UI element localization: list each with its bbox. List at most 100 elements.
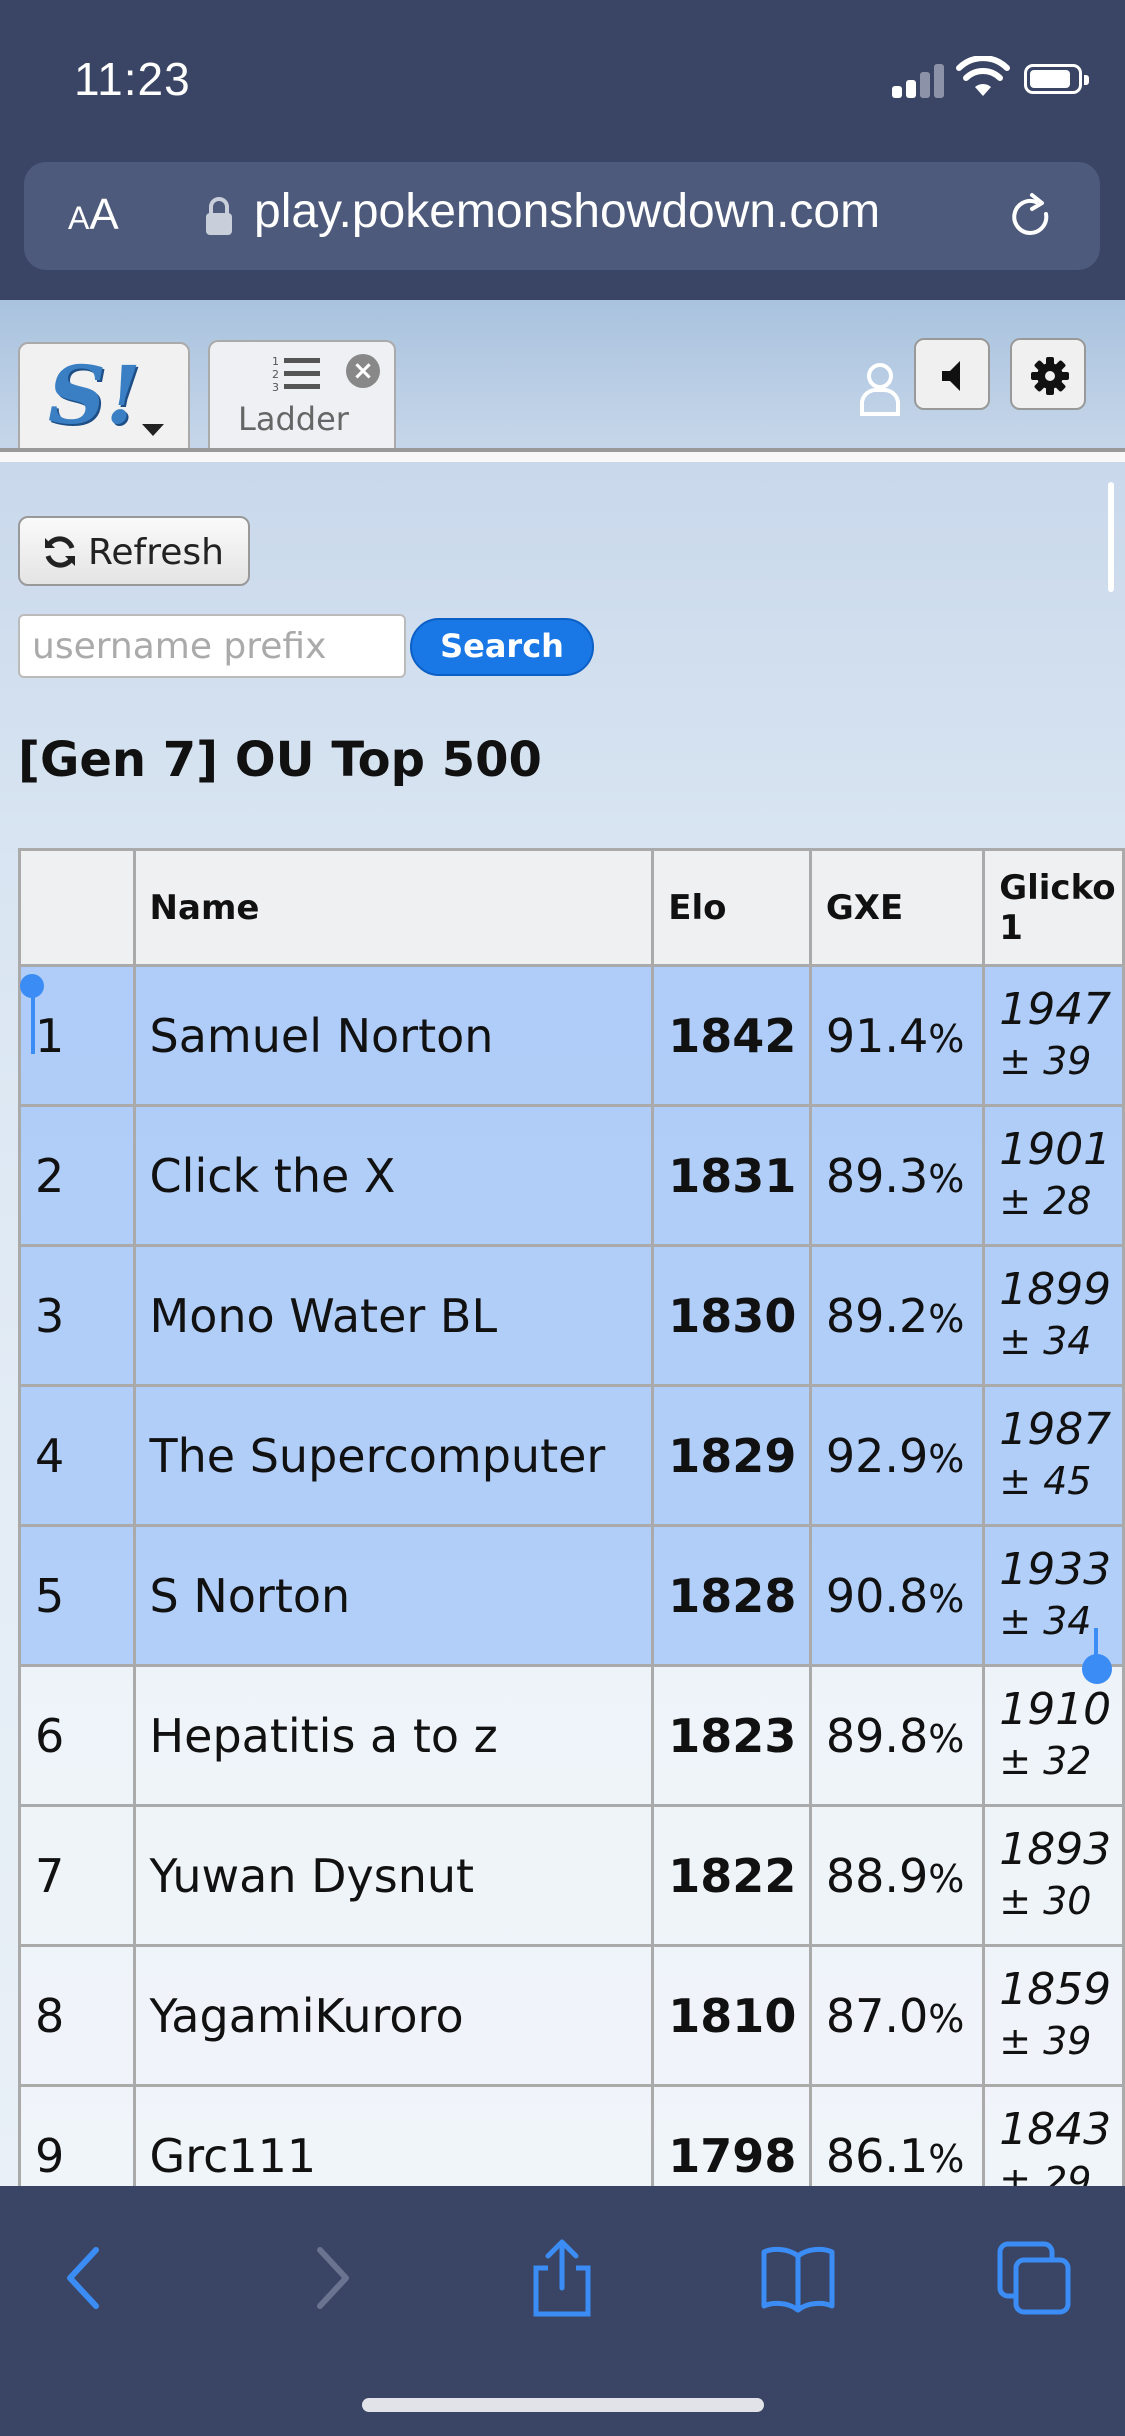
gear-icon: [1031, 357, 1069, 395]
reload-icon[interactable]: [1006, 192, 1056, 242]
glicko-cell: 1899 ± 34: [982, 1244, 1125, 1387]
home-indicator: [362, 2398, 764, 2412]
table-row: 3 Mono Water BL 1830 89.2% 1899 ± 34: [18, 1244, 1125, 1387]
bookmarks-icon[interactable]: [758, 2238, 838, 2318]
glicko-cell: 1987 ± 45: [982, 1384, 1125, 1527]
ladder-title: [Gen 7] OU Top 500: [18, 732, 542, 788]
gxe-cell: 89.2%: [808, 1244, 986, 1387]
showdown-logo: S!: [48, 348, 141, 442]
close-tab-icon[interactable]: ×: [346, 354, 380, 388]
player-name-link[interactable]: Mono Water BL: [132, 1244, 655, 1387]
player-name-link[interactable]: Samuel Norton: [132, 964, 655, 1107]
elo-cell: 1830: [651, 1244, 812, 1387]
share-icon[interactable]: [522, 2238, 602, 2318]
site-header: S! 1 2 3 × Ladder: [0, 300, 1125, 452]
main-menu-button[interactable]: S!: [18, 342, 190, 452]
player-name-link[interactable]: YagamiKuroro: [132, 1944, 655, 2087]
elo-cell: 1831: [651, 1104, 812, 1247]
glicko-cell: 1893 ± 30: [982, 1804, 1125, 1947]
table-row: 2 Click the X 1831 89.3% 1901 ± 28: [18, 1104, 1125, 1247]
chevron-down-icon: [142, 424, 164, 436]
table-row: 5S Norton 1828 90.8% 1933 ± 34: [18, 1524, 1125, 1667]
forward-icon[interactable]: [290, 2238, 370, 2318]
elo-cell: 1822: [651, 1804, 812, 1947]
svg-text:2: 2: [272, 368, 279, 381]
elo-cell: 1828: [651, 1524, 812, 1667]
address-bar[interactable]: AA play.pokemonshowdown.com: [24, 162, 1100, 270]
player-name-link[interactable]: Yuwan Dysnut: [132, 1804, 655, 1947]
refresh-label: Refresh: [88, 532, 224, 573]
search-button[interactable]: Search: [410, 618, 594, 676]
elo-cell: 1842: [651, 964, 812, 1107]
gxe-cell: 88.9%: [808, 1804, 986, 1947]
ladder-table: Name Elo GXE Glicko 1 1 Samuel Norton 1842 9…: [18, 848, 1125, 2186]
elo-cell: 1823: [651, 1664, 812, 1807]
glicko-cell: 1933 ± 34: [982, 1524, 1125, 1667]
web-page: S! 1 2 3 × Ladder Refresh username prefi…: [0, 300, 1125, 2186]
status-bar: 11:23: [0, 0, 1125, 160]
lock-icon: [206, 197, 232, 235]
rank-cell: 2: [18, 1104, 136, 1247]
svg-text:3: 3: [272, 381, 279, 394]
gxe-cell: 91.4%: [808, 964, 986, 1107]
refresh-button[interactable]: Refresh: [18, 516, 250, 586]
column-header-name: Name: [132, 848, 655, 967]
rank-cell: 3: [18, 1244, 136, 1387]
user-icon[interactable]: [858, 358, 902, 418]
refresh-icon: [45, 536, 75, 568]
tab-underline: [0, 452, 1125, 462]
rank-cell: 6: [18, 1664, 136, 1807]
player-name-link[interactable]: S Norton: [132, 1524, 655, 1667]
selection-end-handle[interactable]: [1082, 1654, 1112, 1684]
status-time: 11:23: [74, 53, 191, 105]
table-row: 4 The Supercomputer 1829 92.9% 1987 ± 45: [18, 1384, 1125, 1527]
elo-cell: 1829: [651, 1384, 812, 1527]
gxe-cell: 86.1%: [808, 2084, 986, 2186]
selection-start-line: [31, 990, 35, 1054]
settings-button[interactable]: [1010, 338, 1086, 410]
rank-cell: 4: [18, 1384, 136, 1527]
tab-ladder[interactable]: 1 2 3 × Ladder: [208, 340, 396, 452]
gxe-cell: 89.8%: [808, 1664, 986, 1807]
sound-button[interactable]: [914, 338, 990, 410]
glicko-cell: 1843 ± 29: [982, 2084, 1125, 2186]
svg-text:1: 1: [272, 355, 279, 368]
table-header-row: Name Elo GXE Glicko 1: [18, 848, 1125, 967]
ordered-list-icon: 1 2 3: [272, 355, 320, 394]
battery-icon: [1024, 64, 1089, 94]
gxe-cell: 87.0%: [808, 1944, 986, 2087]
player-name-link[interactable]: Grc111: [132, 2084, 655, 2186]
glicko-cell: 1910 ± 32: [982, 1664, 1125, 1807]
cellular-signal-icon: [892, 62, 944, 98]
glicko-cell: 1859 ± 39: [982, 1944, 1125, 2087]
player-name-link[interactable]: The Supercomputer: [132, 1384, 655, 1527]
table-row: 8 YagamiKuroro 1810 87.0% 1859 ± 39: [18, 1944, 1125, 2087]
rank-cell: 8: [18, 1944, 136, 2087]
column-header-glicko: Glicko 1: [982, 848, 1125, 967]
gxe-cell: 90.8%: [808, 1524, 986, 1667]
column-header-gxe: GXE: [808, 848, 986, 967]
glicko-cell: 1947 ± 39: [982, 964, 1125, 1107]
text-size-button[interactable]: AA: [68, 190, 119, 240]
wifi-icon: [956, 56, 1010, 96]
table-row: 9 Grc111 1798 86.1% 1843 ± 29: [18, 2084, 1125, 2186]
username-prefix-input[interactable]: username prefix: [18, 614, 406, 678]
player-name-link[interactable]: Hepatitis a to z: [132, 1664, 655, 1807]
gxe-cell: 92.9%: [808, 1384, 986, 1527]
tabs-icon[interactable]: [994, 2238, 1074, 2318]
column-header-rank: [18, 848, 136, 967]
back-icon[interactable]: [46, 2238, 126, 2318]
elo-cell: 1810: [651, 1944, 812, 2087]
player-name-link[interactable]: Click the X: [132, 1104, 655, 1247]
rank-cell: 5: [18, 1524, 136, 1667]
tab-label: Ladder: [238, 400, 349, 438]
table-row: 1 Samuel Norton 1842 91.4% 1947 ± 39: [18, 964, 1125, 1107]
elo-cell: 1798: [651, 2084, 812, 2186]
table-row: 6 Hepatitis a to z 1823 89.8% 1910 ± 32: [18, 1664, 1125, 1807]
glicko-cell: 1901 ± 28: [982, 1104, 1125, 1247]
rank-cell: 7: [18, 1804, 136, 1947]
scrollbar[interactable]: [1108, 482, 1114, 592]
url-text[interactable]: play.pokemonshowdown.com: [254, 184, 880, 239]
speaker-icon: [942, 361, 960, 391]
rank-cell: 9: [18, 2084, 136, 2186]
